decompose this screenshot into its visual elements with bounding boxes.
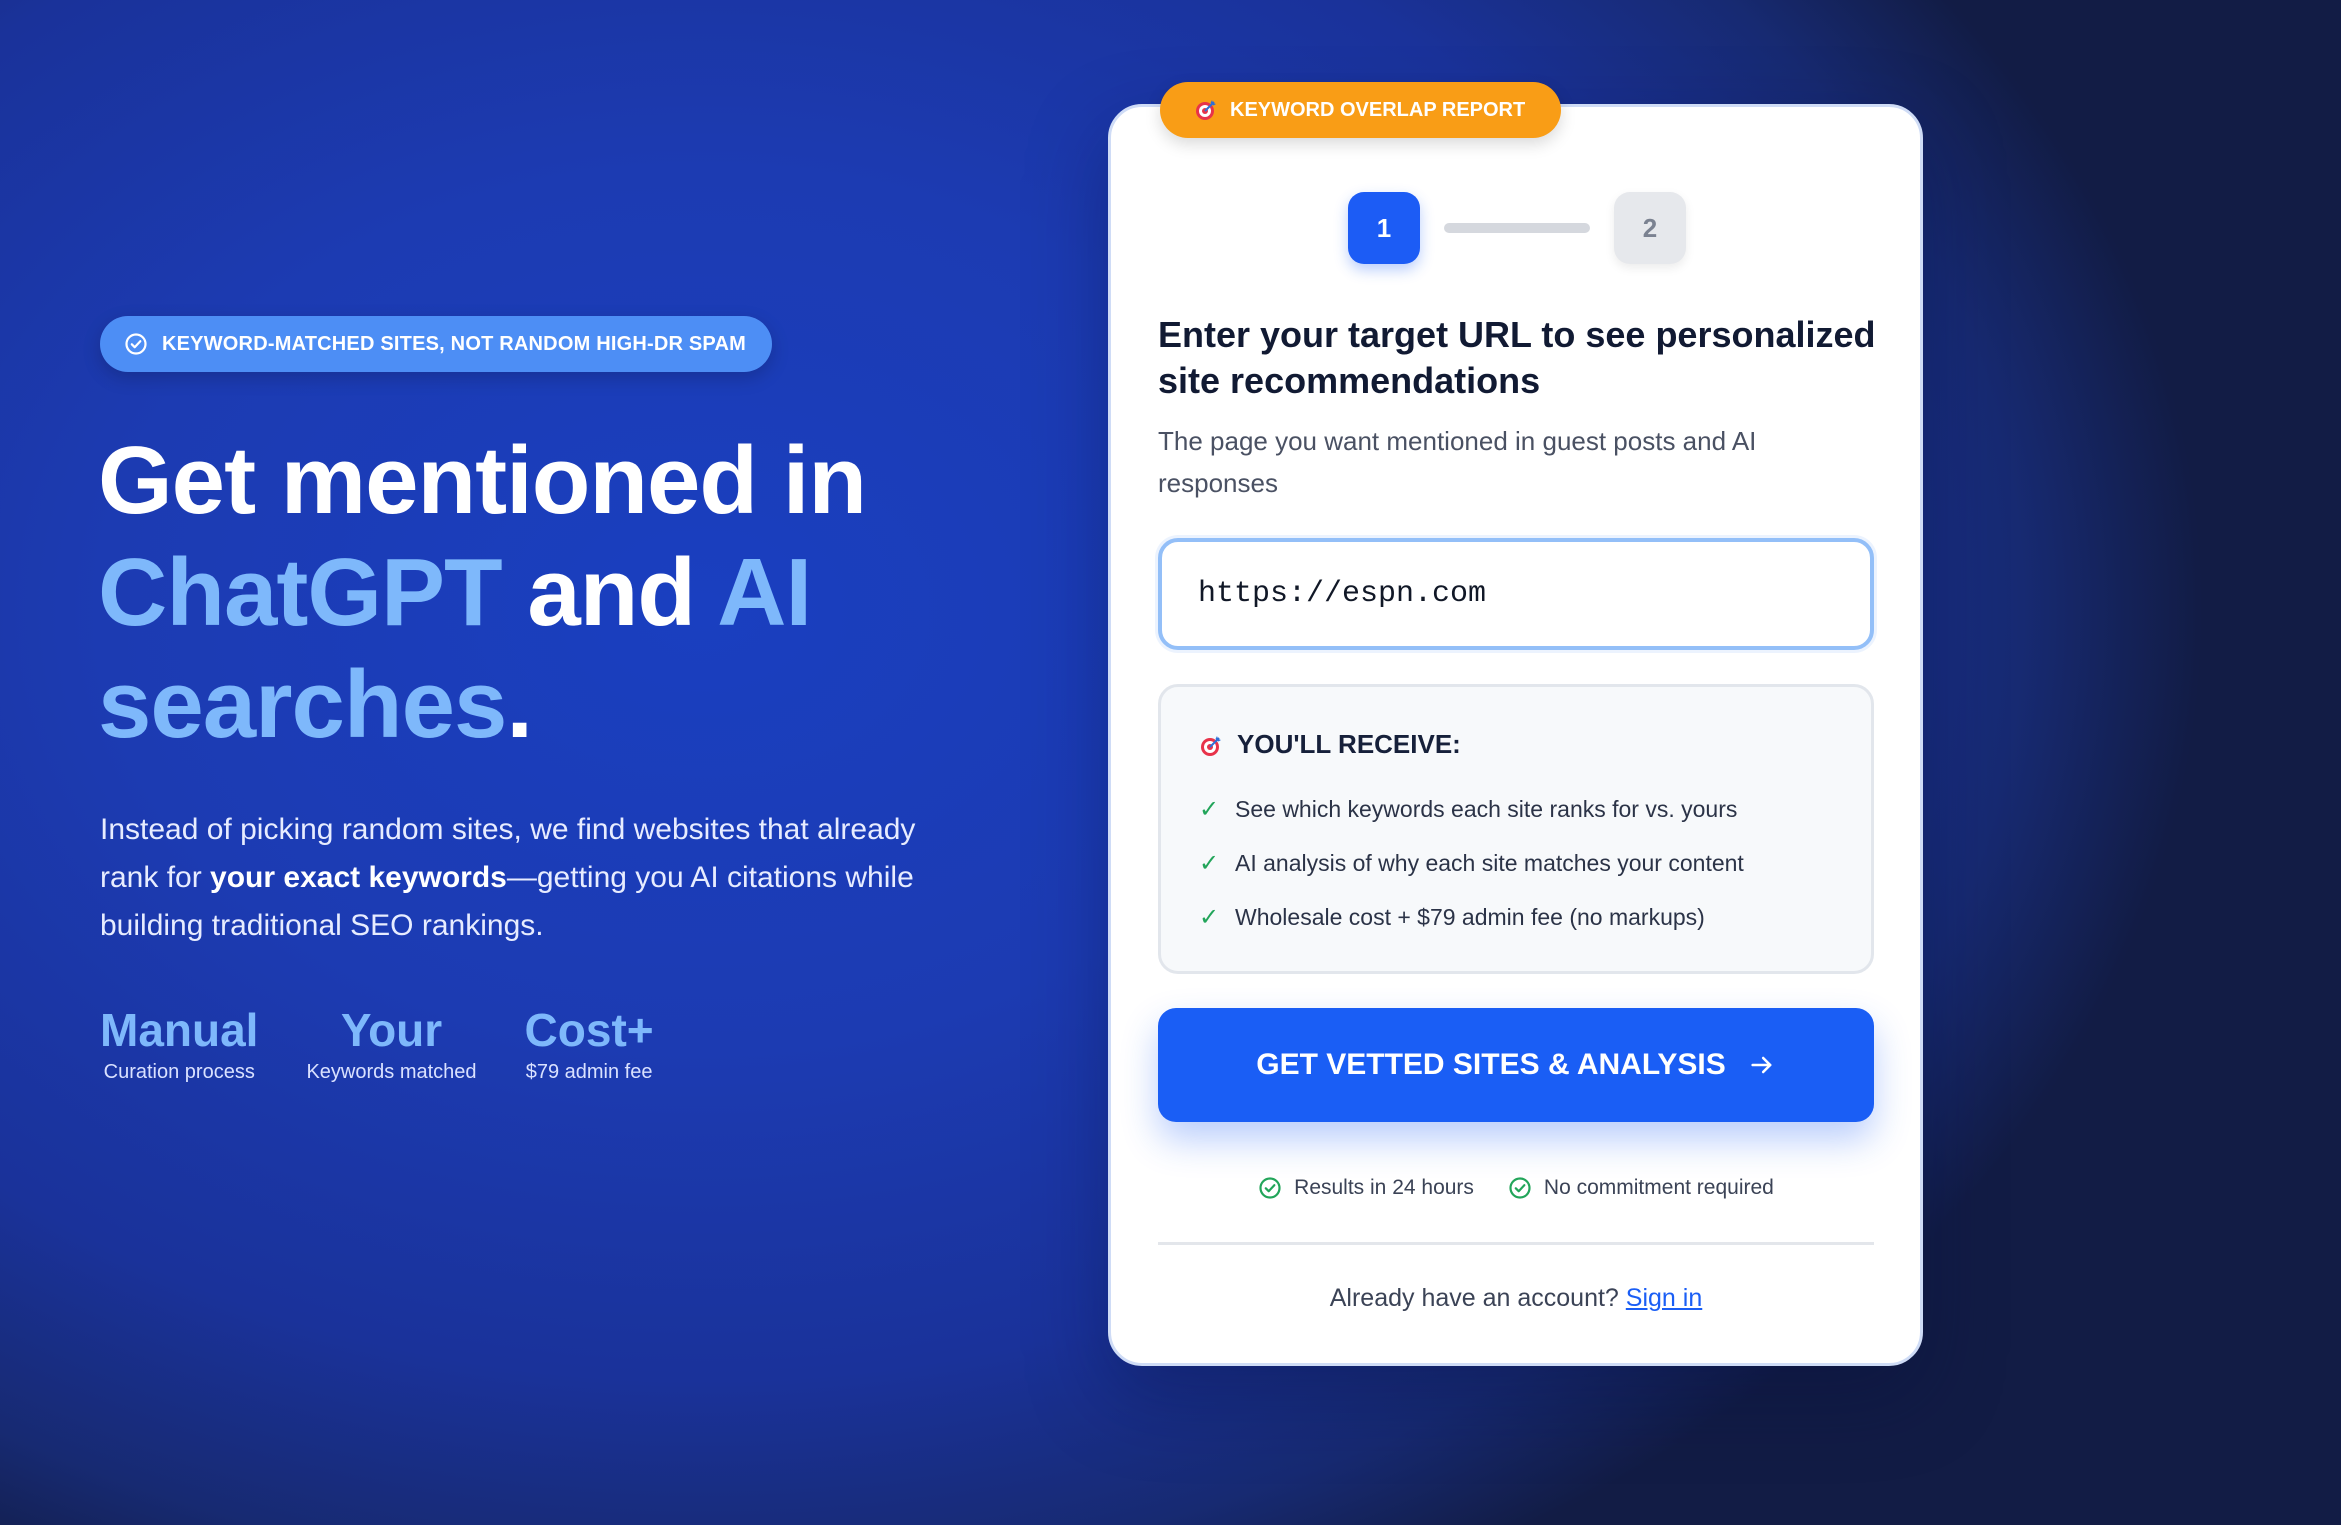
lead-bold: your exact keywords bbox=[210, 861, 507, 894]
stat-label: $79 admin fee bbox=[525, 1061, 653, 1083]
assurances: Results in 24 hours No commitment requir… bbox=[1158, 1176, 1874, 1200]
step-1: 1 bbox=[1348, 192, 1420, 264]
assurance-results: Results in 24 hours bbox=[1258, 1176, 1474, 1200]
feature-pill: KEYWORD-MATCHED SITES, NOT RANDOM HIGH-D… bbox=[100, 316, 772, 372]
receive-item-text: See which keywords each site ranks for v… bbox=[1235, 795, 1738, 822]
stat-label: Curation process bbox=[103, 1061, 255, 1083]
arrow-right-icon bbox=[1748, 1051, 1776, 1079]
headline-and: and bbox=[501, 539, 718, 646]
divider bbox=[1158, 1242, 1874, 1245]
card-subtitle: The page you want mentioned in guest pos… bbox=[1158, 426, 1757, 498]
assurance-text: No commitment required bbox=[1543, 1176, 1774, 1199]
headline-chatgpt: ChatGPT bbox=[98, 539, 503, 646]
checkmark-icon: ✓ bbox=[1199, 903, 1220, 931]
stat-cost: Cost+ $79 admin fee bbox=[525, 1003, 654, 1085]
check-circle-icon bbox=[1508, 1176, 1532, 1200]
assurance-commitment: No commitment required bbox=[1508, 1176, 1774, 1200]
report-badge-text: KEYWORD OVERLAP REPORT bbox=[1230, 98, 1526, 121]
headline-part1: Get mentioned in bbox=[98, 427, 867, 534]
step-connector bbox=[1444, 223, 1590, 233]
stat-value: Cost+ bbox=[524, 1004, 654, 1056]
stat-value: Manual bbox=[100, 1004, 259, 1056]
stat-value: Your bbox=[340, 1004, 443, 1056]
stat-curation: Manual Curation process bbox=[100, 1003, 258, 1085]
signin-prompt: Already have an account? bbox=[1329, 1284, 1626, 1312]
receive-item-text: Wholesale cost + $79 admin fee (no marku… bbox=[1235, 903, 1705, 930]
stat-label: Keywords matched bbox=[306, 1061, 477, 1083]
receive-item: ✓ Wholesale cost + $79 admin fee (no mar… bbox=[1199, 890, 1833, 944]
signin-row: Already have an account? Sign in bbox=[1158, 1284, 1874, 1313]
receive-item: ✓ See which keywords each site ranks for… bbox=[1199, 782, 1833, 836]
target-url-input[interactable] bbox=[1158, 538, 1874, 650]
step-2: 2 bbox=[1614, 192, 1686, 264]
target-icon bbox=[1194, 98, 1218, 122]
report-badge: KEYWORD OVERLAP REPORT bbox=[1160, 82, 1562, 138]
receive-item-text: AI analysis of why each site matches you… bbox=[1235, 849, 1744, 876]
headline-searches: searches bbox=[98, 651, 507, 758]
headline-period: . bbox=[506, 651, 533, 758]
receive-item: ✓ AI analysis of why each site matches y… bbox=[1199, 836, 1833, 890]
receive-title: YOU'LL RECEIVE: bbox=[1237, 729, 1461, 759]
card-title: Enter your target URL to see personalize… bbox=[1158, 314, 1876, 401]
hero-lead: Instead of picking random sites, we find… bbox=[100, 806, 940, 950]
headline-ai: AI bbox=[717, 539, 812, 646]
assurance-text: Results in 24 hours bbox=[1294, 1176, 1474, 1199]
checkmark-icon: ✓ bbox=[1199, 849, 1220, 877]
target-icon bbox=[1199, 733, 1223, 757]
checkmark-icon: ✓ bbox=[1199, 795, 1220, 823]
feature-pill-text: KEYWORD-MATCHED SITES, NOT RANDOM HIGH-D… bbox=[162, 332, 746, 355]
hero-stats: Manual Curation process Your Keywords ma… bbox=[100, 1003, 654, 1085]
step-indicator: 1 2 bbox=[1348, 192, 1686, 264]
cta-label: GET VETTED SITES & ANALYSIS bbox=[1256, 1048, 1726, 1081]
check-circle-icon bbox=[124, 332, 148, 356]
receive-box: YOU'LL RECEIVE: ✓ See which keywords eac… bbox=[1158, 684, 1874, 974]
get-vetted-sites-button[interactable]: GET VETTED SITES & ANALYSIS bbox=[1158, 1008, 1874, 1122]
receive-heading: YOU'LL RECEIVE: bbox=[1199, 729, 1833, 760]
hero-headline: Get mentioned in ChatGPT and AI searches. bbox=[98, 425, 958, 761]
stat-keywords: Your Keywords matched bbox=[306, 1003, 476, 1085]
check-circle-icon bbox=[1258, 1176, 1282, 1200]
sign-in-link[interactable]: Sign in bbox=[1626, 1284, 1702, 1312]
